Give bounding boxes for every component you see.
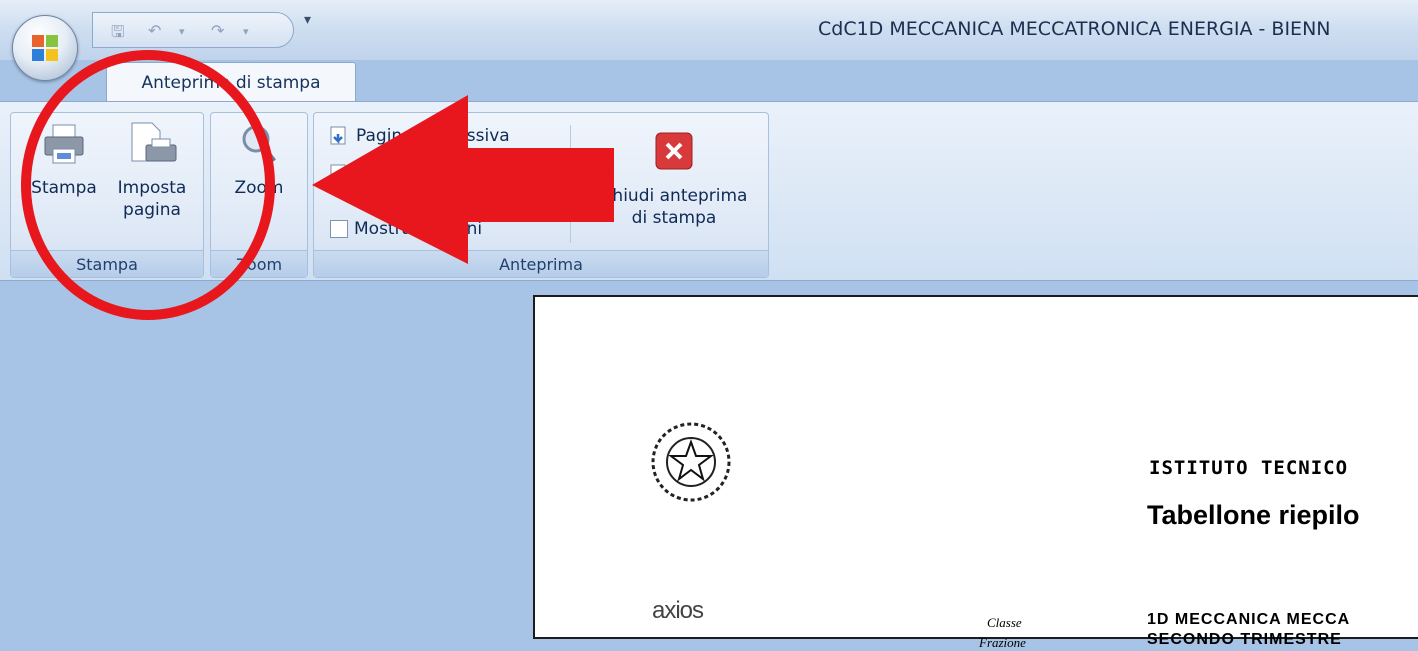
- close-preview-label-1: Chiudi anteprima: [600, 186, 748, 206]
- customize-toolbar-icon[interactable]: ▾: [304, 12, 311, 28]
- zoom-button-label: Zoom: [234, 178, 284, 198]
- show-margins-check-icon[interactable]: [330, 220, 348, 238]
- close-preview-button[interactable]: Chiudi anteprima di stampa: [594, 131, 754, 229]
- group-stampa: Stampa Imposta pagina Stampa: [10, 112, 204, 278]
- previous-page-label: Pagina precedente: [356, 164, 515, 184]
- preview-page[interactable]: ISTITUTO TECNICO Tabellone riepilo Class…: [533, 295, 1418, 650]
- page-setup-label-1: Imposta: [117, 178, 187, 198]
- print-button-label: Stampa: [31, 178, 97, 198]
- show-margins-label: Mostra margini: [354, 219, 483, 239]
- emblem-icon: [651, 422, 731, 502]
- undo-icon[interactable]: ↶: [148, 21, 161, 40]
- chevron-down-icon[interactable]: ▾: [179, 25, 185, 38]
- printer-icon: [44, 124, 84, 164]
- page-setup-button[interactable]: Imposta pagina: [107, 121, 197, 221]
- page-setup-label-2: pagina: [123, 200, 181, 220]
- group-label-anteprima: Anteprima: [314, 250, 768, 277]
- next-page-button[interactable]: Pagina successiva: [328, 125, 510, 147]
- group-anteprima: Pagina successiva Pagina precedente Most…: [313, 112, 769, 278]
- separator: [570, 125, 571, 243]
- chevron-down-icon[interactable]: ▾: [243, 25, 249, 38]
- doc-label-frazione: Frazione: [979, 635, 1026, 650]
- group-label-stampa: Stampa: [11, 250, 203, 277]
- next-page-icon: [330, 126, 346, 145]
- title-bar: 🖫 ↶ ▾ ↷ ▾ ▾ CdC1D MECCANICA MECCATRONICA…: [0, 0, 1418, 60]
- office-logo-icon: [32, 35, 58, 61]
- page-setup-icon: [131, 122, 177, 162]
- tab-print-preview[interactable]: Anteprima di stampa: [106, 62, 356, 103]
- zoom-button[interactable]: Zoom: [217, 121, 301, 199]
- close-preview-label-2: di stampa: [631, 208, 717, 228]
- doc-header-institute: ISTITUTO TECNICO: [1149, 457, 1349, 479]
- save-icon[interactable]: 🖫: [111, 21, 125, 48]
- ribbon: Stampa Imposta pagina Stampa Zoom Zoom P…: [0, 101, 1418, 281]
- doc-value-classe: 1D MECCANICA MECCA: [1147, 611, 1351, 628]
- quick-access-toolbar: 🖫 ↶ ▾ ↷ ▾: [92, 12, 294, 48]
- magnifier-icon: [242, 125, 276, 163]
- print-button[interactable]: Stampa: [21, 121, 107, 199]
- doc-label-classe: Classe: [987, 615, 1022, 630]
- previous-page-button[interactable]: Pagina precedente: [328, 163, 515, 185]
- doc-header-title: Tabellone riepilo: [1147, 500, 1360, 530]
- previous-page-icon: [330, 164, 346, 183]
- show-margins-checkbox[interactable]: Mostra margini: [330, 219, 482, 239]
- window-title: CdC1D MECCANICA MECCATRONICA ENERGIA - B…: [818, 18, 1331, 40]
- axios-logo: axios: [652, 597, 704, 624]
- group-label-zoom: Zoom: [211, 250, 307, 277]
- office-button[interactable]: [12, 15, 78, 81]
- redo-icon[interactable]: ↷: [211, 21, 224, 40]
- group-zoom: Zoom Zoom: [210, 112, 308, 278]
- close-icon: [655, 132, 693, 170]
- doc-value-frazione: SECONDO TRIMESTRE: [1147, 631, 1342, 648]
- next-page-label: Pagina successiva: [356, 126, 510, 146]
